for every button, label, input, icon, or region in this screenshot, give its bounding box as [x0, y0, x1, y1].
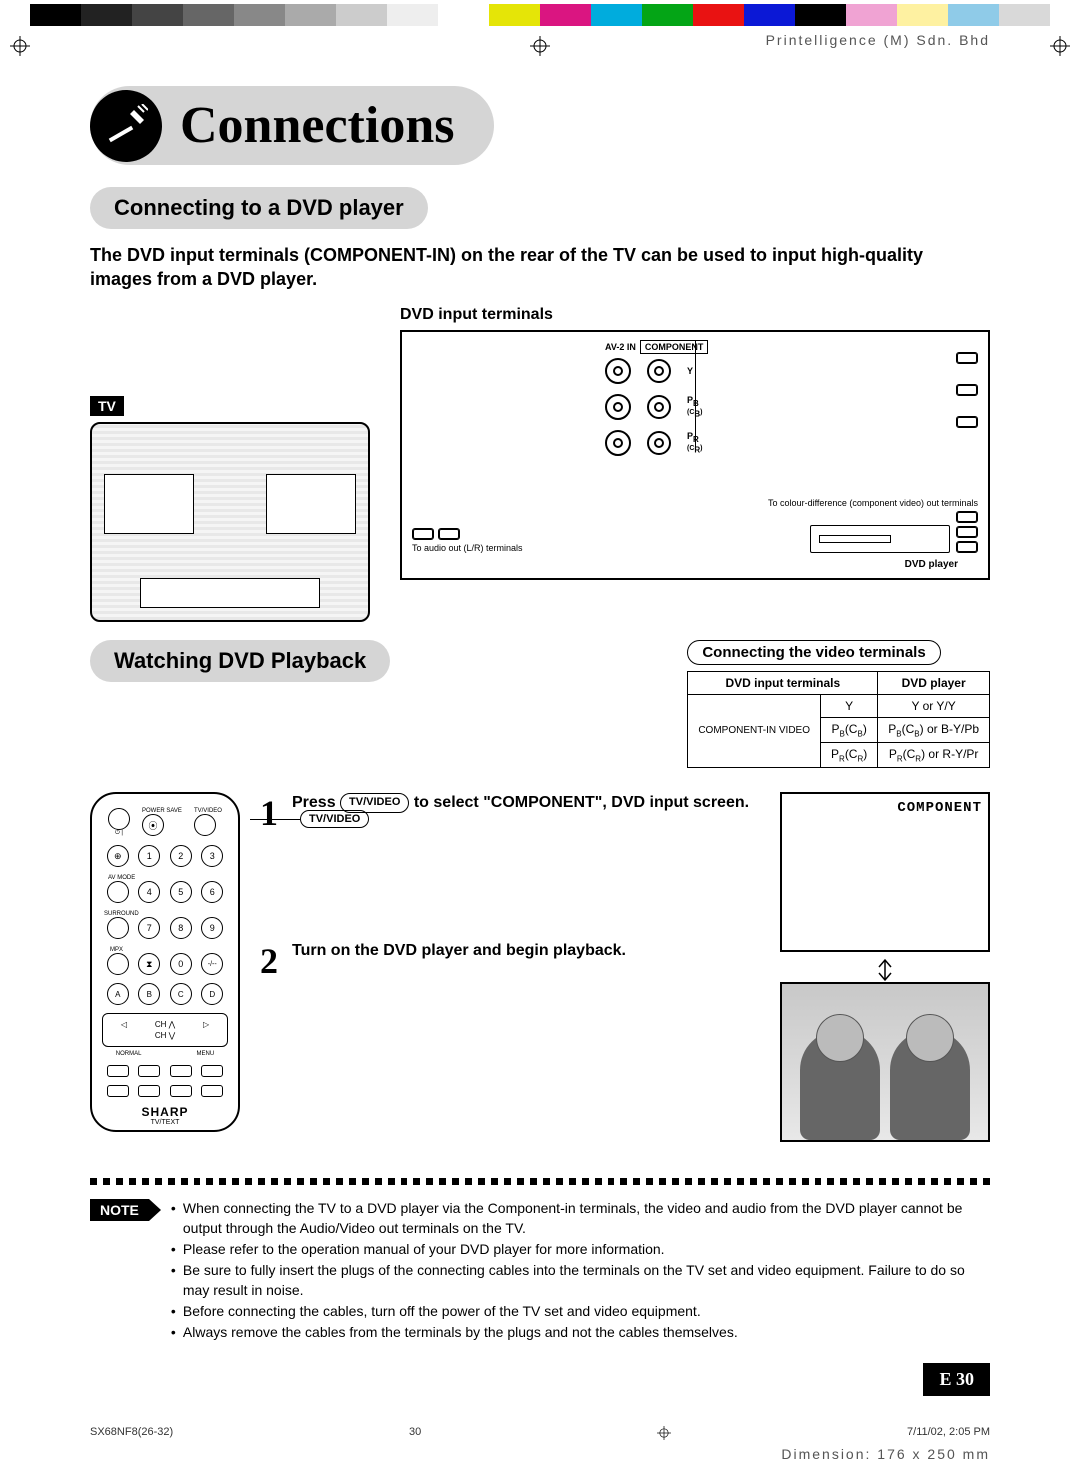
terminal-diagram: AV-2 INCOMPONENT Y PB(CB) PR(CR) To a — [400, 330, 990, 580]
page-number: E 30 — [923, 1363, 990, 1396]
dvd-player-label: DVD player — [412, 559, 958, 570]
connection-diagram: TV DVD input terminals AV-2 INCOMPONENT … — [90, 306, 990, 622]
video-terminals-table-block: Connecting the video terminals DVD input… — [687, 640, 990, 769]
dvd-input-terminals-label: DVD input terminals — [400, 306, 990, 324]
section-connecting-dvd: Connecting to a DVD player — [90, 187, 428, 229]
page-title: Connections — [180, 96, 454, 155]
notes-list: When connecting the TV to a DVD player v… — [171, 1199, 990, 1344]
remote-brand: SHARP — [102, 1105, 228, 1119]
dotted-separator — [90, 1178, 990, 1185]
step-2: 2 Turn on the DVD player and begin playb… — [260, 940, 760, 982]
note-item: Before connecting the cables, turn off t… — [171, 1302, 990, 1321]
dvd-player-illustration — [810, 525, 950, 553]
proof-footer: SX68NF8(26-32) 30 7/11/02, 2:05 PM — [0, 1396, 1080, 1446]
note-badge: NOTE — [90, 1199, 161, 1221]
to-colour-label: To colour-difference (component video) o… — [768, 498, 978, 508]
step-number-1: 1 — [260, 792, 278, 834]
to-audio-label: To audio out (L/R) terminals — [412, 543, 523, 553]
file-name: SX68NF8(26-32) — [90, 1426, 173, 1440]
sheet-number: 30 — [409, 1426, 421, 1440]
note-item: Be sure to fully insert the plugs of the… — [171, 1261, 990, 1300]
tvvideo-button-label: TV/VIDEO — [340, 793, 409, 812]
tv-label: TV — [90, 396, 124, 416]
connections-icon — [90, 90, 162, 162]
proof-dimension: Dimension: 176 x 250 mm — [0, 1446, 1080, 1482]
down-arrow-icon — [876, 958, 894, 982]
note-item: Please refer to the operation manual of … — [171, 1240, 990, 1259]
note-item: Always remove the cables from the termin… — [171, 1323, 990, 1342]
section-watching-playback: Watching DVD Playback — [90, 640, 390, 682]
proof-timestamp: 7/11/02, 2:05 PM — [907, 1426, 990, 1440]
step-1: 1 Press TV/VIDEO to select "COMPONENT", … — [260, 792, 760, 834]
screen-playback-photo — [780, 982, 990, 1142]
tv-rear-illustration — [90, 422, 370, 622]
video-terminals-table: DVD input terminals DVD player COMPONENT… — [687, 671, 990, 769]
note-item: When connecting the TV to a DVD player v… — [171, 1199, 990, 1238]
screen-component-osd: COMPONENT — [780, 792, 990, 952]
osd-text: COMPONENT — [897, 800, 982, 816]
section1-lead: The DVD input terminals (COMPONENT-IN) o… — [90, 243, 990, 292]
title-bar: Connections — [90, 86, 990, 165]
remote-illustration: ⏻ | POWER SAVE⦿ TV/VIDEO ⊕123 AV MODE 45… — [90, 792, 240, 1132]
proof-color-bar — [30, 4, 1050, 26]
step-number-2: 2 — [260, 940, 278, 982]
table-caption: Connecting the video terminals — [687, 640, 940, 665]
